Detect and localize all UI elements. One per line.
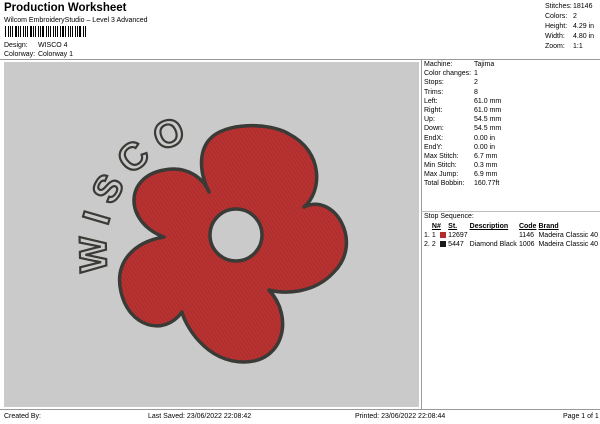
flower-center-hole bbox=[208, 207, 264, 263]
barcode-bar bbox=[57, 26, 58, 37]
barcode-bar bbox=[68, 26, 70, 37]
barcode-bar bbox=[71, 26, 74, 37]
barcode-bar bbox=[14, 26, 17, 37]
barcode-bar bbox=[59, 26, 61, 37]
stop-sequence-title: Stop Sequence: bbox=[424, 213, 474, 220]
info-max-stitch: Max Stitch: 6.7 mm bbox=[424, 152, 498, 160]
barcode-bar bbox=[10, 26, 11, 37]
software-subtitle: Wilcom EmbroideryStudio – Level 3 Advanc… bbox=[4, 17, 148, 24]
panel-divider bbox=[421, 60, 422, 409]
stat-height: Height: 4.29 in bbox=[545, 23, 595, 30]
barcode-bar bbox=[78, 26, 81, 37]
col-n: N# bbox=[431, 223, 441, 230]
info-machine: Machine: Tajima bbox=[424, 61, 495, 68]
barcode-bar bbox=[46, 26, 47, 37]
barcode-bar bbox=[82, 26, 84, 37]
design-label: Design: bbox=[4, 42, 28, 49]
barcode-bar bbox=[33, 26, 34, 37]
barcode-bar bbox=[7, 26, 10, 37]
col-st: St. bbox=[448, 223, 458, 230]
stat-colors: Colors: 2 bbox=[545, 13, 577, 20]
barcode-bar bbox=[49, 26, 51, 37]
stop-sequence-table: N# St. Description Code Brand 1. 1 12697… bbox=[424, 222, 600, 249]
col-brand: Brand bbox=[538, 223, 559, 230]
design-row: Design: WISCO 4 bbox=[4, 41, 68, 50]
info-endx: EndX: 0.00 in bbox=[424, 134, 496, 142]
info-total-bobbin: Total Bobbin: 160.77ft bbox=[424, 180, 500, 188]
info-down: Down: 54.5 mm bbox=[424, 125, 502, 133]
info-stops: Stops: 2 bbox=[424, 79, 478, 87]
barcode-bar bbox=[61, 26, 64, 37]
barcode-bar bbox=[30, 26, 33, 37]
info-right: Right: 61.0 mm bbox=[424, 106, 502, 114]
barcode-bar bbox=[11, 26, 13, 37]
stat-width: Width: 4.80 in bbox=[545, 33, 595, 40]
barcode-bar bbox=[23, 26, 24, 37]
color-swatch-red bbox=[439, 232, 446, 239]
embroidery-artwork: WISCO bbox=[71, 105, 348, 364]
stat-zoom: Zoom: 1:1 bbox=[545, 43, 583, 50]
col-code: Code bbox=[518, 223, 537, 230]
info-up: Up: 54.5 mm bbox=[424, 116, 502, 124]
barcode-bar bbox=[84, 26, 87, 37]
barcode-bar bbox=[26, 26, 28, 37]
barcode-bar bbox=[75, 26, 76, 37]
barcode-bar bbox=[64, 26, 67, 37]
machine-info-panel: Machine: Tajima Color changes: 1 Stops: 2 T… bbox=[424, 60, 501, 189]
info-trims: Trims: 8 bbox=[424, 88, 478, 96]
footer-page-number: Page 1 of 1 bbox=[563, 413, 599, 420]
info-max-jump: Max Jump: 6.9 mm bbox=[424, 171, 498, 179]
color-swatch-black bbox=[439, 241, 446, 248]
barcode-bar bbox=[34, 26, 36, 37]
design-value: WISCO 4 bbox=[38, 42, 68, 49]
stat-stitches: Stitches:18146 bbox=[545, 3, 593, 10]
footer-printed: Printed: 23/06/2022 22:08:44 bbox=[355, 413, 446, 420]
stats-panel: Stitches:18146 Colors: 2 Height: 4.29 in W… bbox=[545, 2, 594, 52]
colorway-row: Colorway: Colorway 1 bbox=[4, 50, 73, 59]
footer-divider bbox=[0, 409, 600, 410]
info-left: Left: 61.0 mm bbox=[424, 97, 502, 105]
barcode-bar bbox=[54, 26, 57, 37]
barcode-bar bbox=[76, 26, 78, 37]
colorway-value: Colorway 1 bbox=[38, 51, 74, 58]
col-description: Description bbox=[469, 223, 509, 230]
barcode-bar bbox=[47, 26, 49, 37]
info-min-stitch: Min Stitch: 0.3 mm bbox=[424, 162, 498, 170]
barcode-bar bbox=[5, 26, 6, 37]
worksheet-title: Production Worksheet bbox=[4, 2, 127, 14]
barcode-image bbox=[5, 26, 87, 37]
info-endy: EndY: 0.00 in bbox=[424, 143, 496, 151]
barcode-bar bbox=[70, 26, 71, 37]
table-row: 2. 2 5447 Diamond Black 1006 Madeira Cla… bbox=[424, 241, 598, 248]
table-row: 1. 1 12697 1146 Madeira Classic 40 bbox=[424, 232, 598, 239]
barcode-bar bbox=[37, 26, 40, 37]
footer-last-saved: Last Saved: 23/06/2022 22:08:42 bbox=[148, 413, 252, 420]
barcode-bar bbox=[52, 26, 54, 37]
header-divider bbox=[0, 59, 600, 60]
colorway-label: Colorway: bbox=[4, 51, 36, 58]
footer-created-by: Created By: bbox=[4, 413, 41, 420]
barcode-bar bbox=[19, 26, 22, 37]
design-preview-canvas: WISCO bbox=[4, 62, 419, 407]
barcode-bar bbox=[17, 26, 19, 37]
barcode-bar bbox=[24, 26, 26, 37]
barcode-bar bbox=[40, 26, 41, 37]
stop-table-header: N# St. Description Code Brand bbox=[424, 222, 600, 231]
info-color-changes: Color changes: 1 bbox=[424, 70, 478, 78]
barcode-bar bbox=[41, 26, 45, 37]
